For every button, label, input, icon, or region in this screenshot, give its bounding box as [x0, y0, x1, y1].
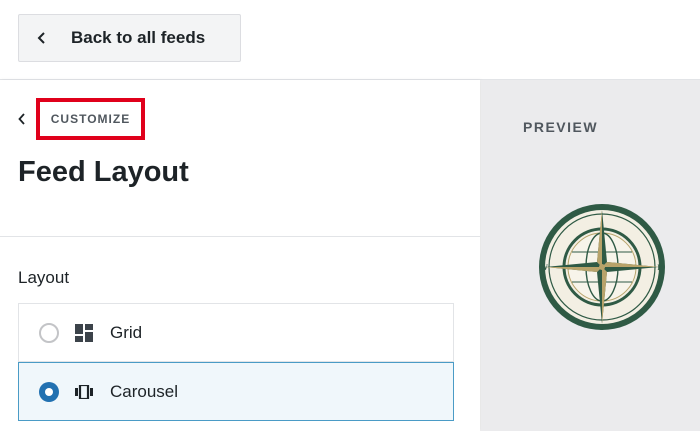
carousel-icon — [75, 383, 93, 401]
carousel-label: Carousel — [110, 381, 179, 401]
carousel-radio[interactable] — [39, 381, 59, 402]
customize-link[interactable]: CUSTOMIZE — [36, 98, 145, 140]
layout-option-grid[interactable]: Grid — [18, 303, 454, 362]
preview-label: PREVIEW — [523, 119, 599, 135]
compass-letter-s: S — [600, 323, 605, 332]
compass-letter-n: N — [599, 203, 605, 212]
breadcrumb[interactable]: CUSTOMIZE — [18, 98, 145, 140]
customize-label: CUSTOMIZE — [50, 112, 131, 126]
page-title: Feed Layout — [18, 156, 189, 188]
layout-section-label: Layout — [18, 268, 70, 287]
panel-header: CUSTOMIZE Feed Layout — [0, 80, 480, 237]
customizer-panel: CUSTOMIZE Feed Layout Layout Grid Carous… — [0, 80, 480, 431]
layout-option-carousel[interactable]: Carousel — [18, 362, 454, 421]
preview-pane: PREVIEW N E S W — [481, 80, 700, 431]
grid-label: Grid — [110, 322, 143, 342]
back-to-feeds-button[interactable]: Back to all feeds — [18, 14, 241, 62]
compass-letter-w: W — [540, 263, 548, 272]
layout-options: Grid Carousel — [18, 303, 454, 421]
grid-radio[interactable] — [39, 322, 59, 343]
chevron-left-icon — [37, 32, 67, 44]
chevron-left-icon — [18, 113, 34, 125]
grid-icon — [75, 323, 93, 342]
compass-letter-e: E — [657, 263, 662, 272]
compass-globe-logo: N E S W — [537, 202, 667, 332]
top-bar: Back to all feeds — [0, 0, 700, 80]
back-to-feeds-label: Back to all feeds — [71, 28, 206, 47]
